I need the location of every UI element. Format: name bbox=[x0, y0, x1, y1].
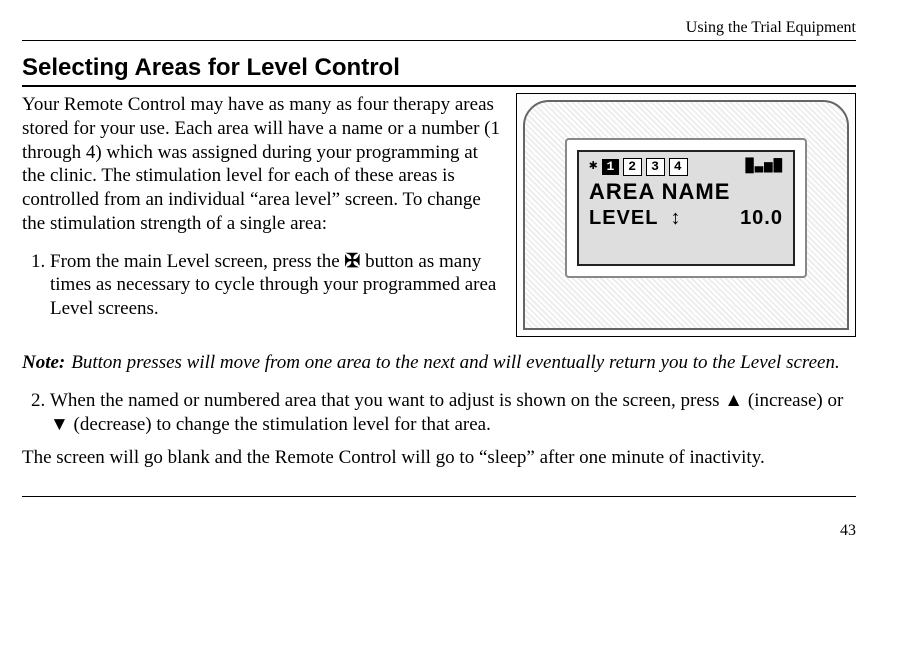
page-number: 43 bbox=[22, 521, 856, 541]
rule-bottom bbox=[22, 496, 856, 497]
area-tab-3: 3 bbox=[646, 158, 665, 176]
remote-control-device: ✱ 1 2 3 4 █▃▅▇ AREA NAME LEVEL ↕ 10.0 bbox=[523, 100, 849, 330]
area-button-icon: ✠ bbox=[344, 251, 360, 272]
stim-on-icon: ✱ bbox=[589, 158, 598, 176]
area-tab-2: 2 bbox=[623, 158, 642, 176]
up-down-icon: ↕ bbox=[670, 206, 681, 231]
signal-icon: █▃▅▇ bbox=[745, 158, 783, 176]
device-figure: ✱ 1 2 3 4 █▃▅▇ AREA NAME LEVEL ↕ 10.0 bbox=[516, 93, 856, 337]
area-tab-4: 4 bbox=[669, 158, 688, 176]
lcd-level-value: 10.0 bbox=[740, 206, 783, 231]
lcd-level-label: LEVEL bbox=[589, 206, 658, 231]
step-1: From the main Level screen, press the ✠ … bbox=[50, 250, 502, 321]
step-1-text-a: From the main Level screen, press the bbox=[50, 251, 344, 272]
step-2: When the named or numbered area that you… bbox=[50, 389, 856, 437]
note-label: Note: bbox=[22, 352, 65, 373]
lcd-screen: ✱ 1 2 3 4 █▃▅▇ AREA NAME LEVEL ↕ 10.0 bbox=[577, 150, 795, 266]
section-heading: Selecting Areas for Level Control bbox=[22, 53, 856, 83]
lcd-area-name: AREA NAME bbox=[589, 178, 783, 206]
area-tab-1: 1 bbox=[602, 159, 619, 175]
note-body: Button presses will move from one area t… bbox=[71, 352, 839, 373]
rule-heading bbox=[22, 85, 856, 87]
running-head: Using the Trial Equipment bbox=[22, 18, 856, 38]
intro-paragraph: Your Remote Control may have as many as … bbox=[22, 93, 502, 236]
note-block: Note: Button presses will move from one … bbox=[22, 351, 856, 375]
after-paragraph: The screen will go blank and the Remote … bbox=[22, 446, 856, 470]
rule-top bbox=[22, 40, 856, 41]
